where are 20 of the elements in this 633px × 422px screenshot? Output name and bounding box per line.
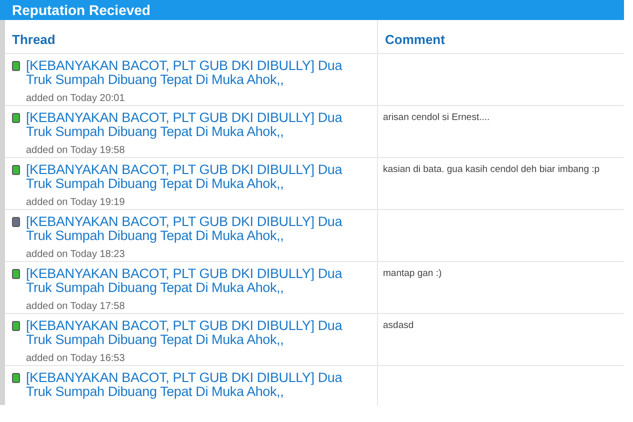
added-date: added on Today 18:23 [26,248,126,262]
added-date: added on Today 20:01 [26,92,126,106]
comment-text: mantap gan :) [383,268,443,279]
thread-link[interactable]: [KEBANYAKAN BACOT, PLT GUB DKI DIBULLY] Dua Truk Sumpah Dibuang Tepat Di Muka Ahok,, [26,59,370,87]
added-date: added on Today 19:19 [26,196,126,210]
column-header: Thread [12,30,56,48]
thread-link[interactable]: [KEBANYAKAN BACOT, PLT GUB DKI DIBULLY] Dua Truk Sumpah Dibuang Tepat Di Muka Ahok,, [26,267,370,295]
panel-title: Reputation Recieved [12,3,150,17]
comment-text: kasian di bata. gua kasih cendol deh biar imbang :p [383,164,601,175]
added-date: added on Today 17:58 [26,300,126,314]
thread-link[interactable]: [KEBANYAKAN BACOT, PLT GUB DKI DIBULLY] Dua Truk Sumpah Dibuang Tepat Di Muka Ahok,, [26,215,370,243]
thread-link[interactable]: [KEBANYAKAN BACOT, PLT GUB DKI DIBULLY] Dua Truk Sumpah Dibuang Tepat Di Muka Ahok,, [26,371,370,399]
thread-link[interactable]: [KEBANYAKAN BACOT, PLT GUB DKI DIBULLY] Dua Truk Sumpah Dibuang Tepat Di Muka Ahok,, [26,319,370,347]
comment-text: asdasd [383,320,415,331]
added-date: added on Today 16:53 [26,352,126,366]
thread-link[interactable]: [KEBANYAKAN BACOT, PLT GUB DKI DIBULLY] Dua Truk Sumpah Dibuang Tepat Di Muka Ahok,, [26,163,370,191]
comment-text: arisan cendol si Ernest.... [383,112,491,123]
thread-link[interactable]: [KEBANYAKAN BACOT, PLT GUB DKI DIBULLY] Dua Truk Sumpah Dibuang Tepat Di Muka Ahok,, [26,111,370,139]
column-header: Comment [385,30,445,48]
added-date: added on Today 19:58 [26,144,126,158]
